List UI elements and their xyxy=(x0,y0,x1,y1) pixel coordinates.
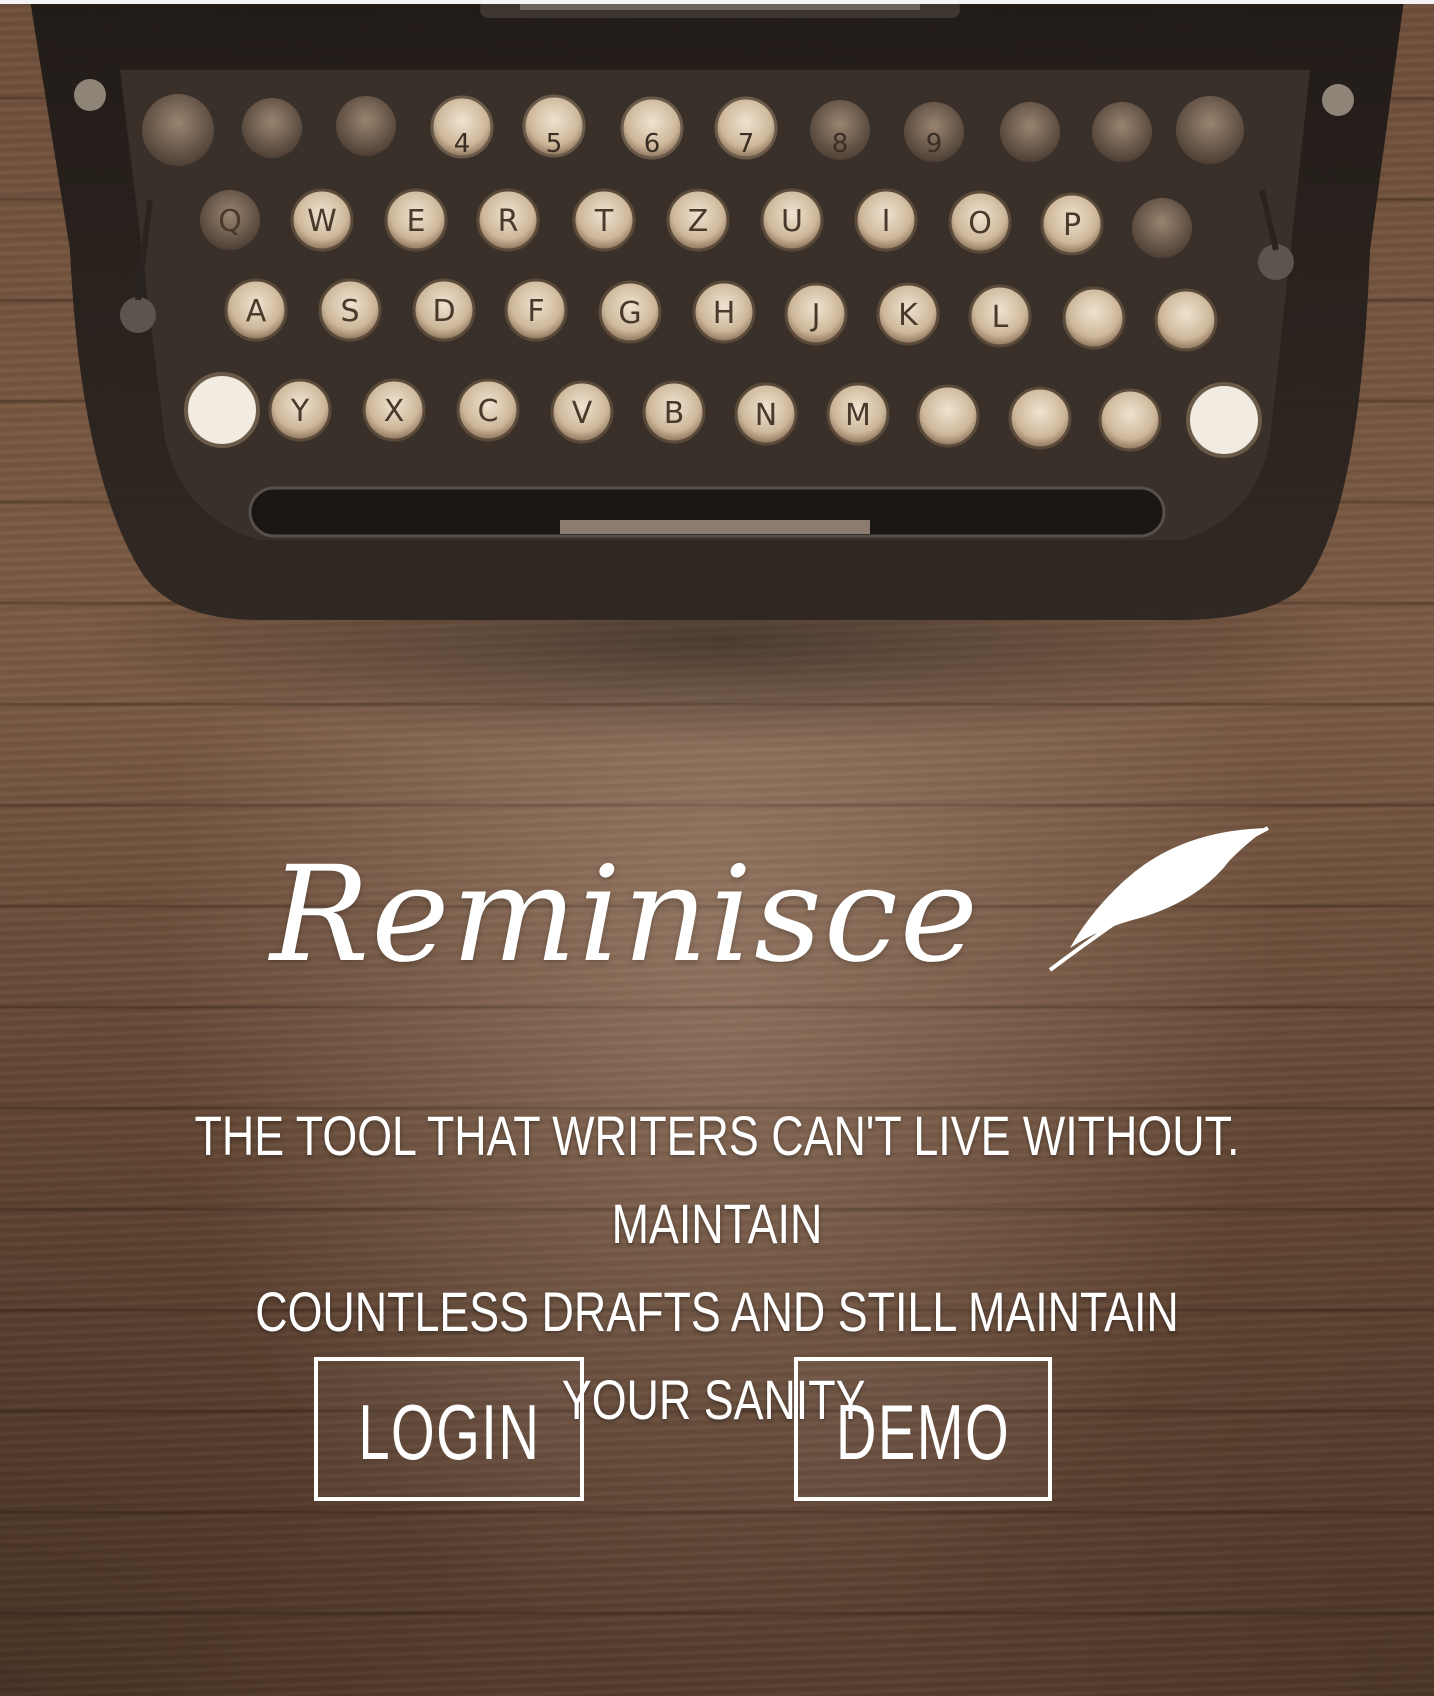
landing-page: 4 5 6 7 8 9 Q W E R T Z U I O P A S D F … xyxy=(0,0,1434,1696)
app-logo: Reminisce xyxy=(260,820,1269,1020)
tagline-line-1: THE TOOL THAT WRITERS CAN'T LIVE WITHOUT… xyxy=(194,1104,1240,1255)
demo-button[interactable]: DEMO xyxy=(794,1357,1052,1501)
demo-button-label: DEMO xyxy=(835,1387,1011,1476)
login-button-label: LOGIN xyxy=(358,1387,540,1476)
quill-icon xyxy=(1048,826,1269,972)
top-strip xyxy=(0,0,1434,4)
app-name: Reminisce xyxy=(270,838,980,992)
login-button[interactable]: LOGIN xyxy=(314,1357,584,1501)
hero-content: Reminisce THE TOOL THAT WRITERS CAN'T LI… xyxy=(0,0,1434,1696)
